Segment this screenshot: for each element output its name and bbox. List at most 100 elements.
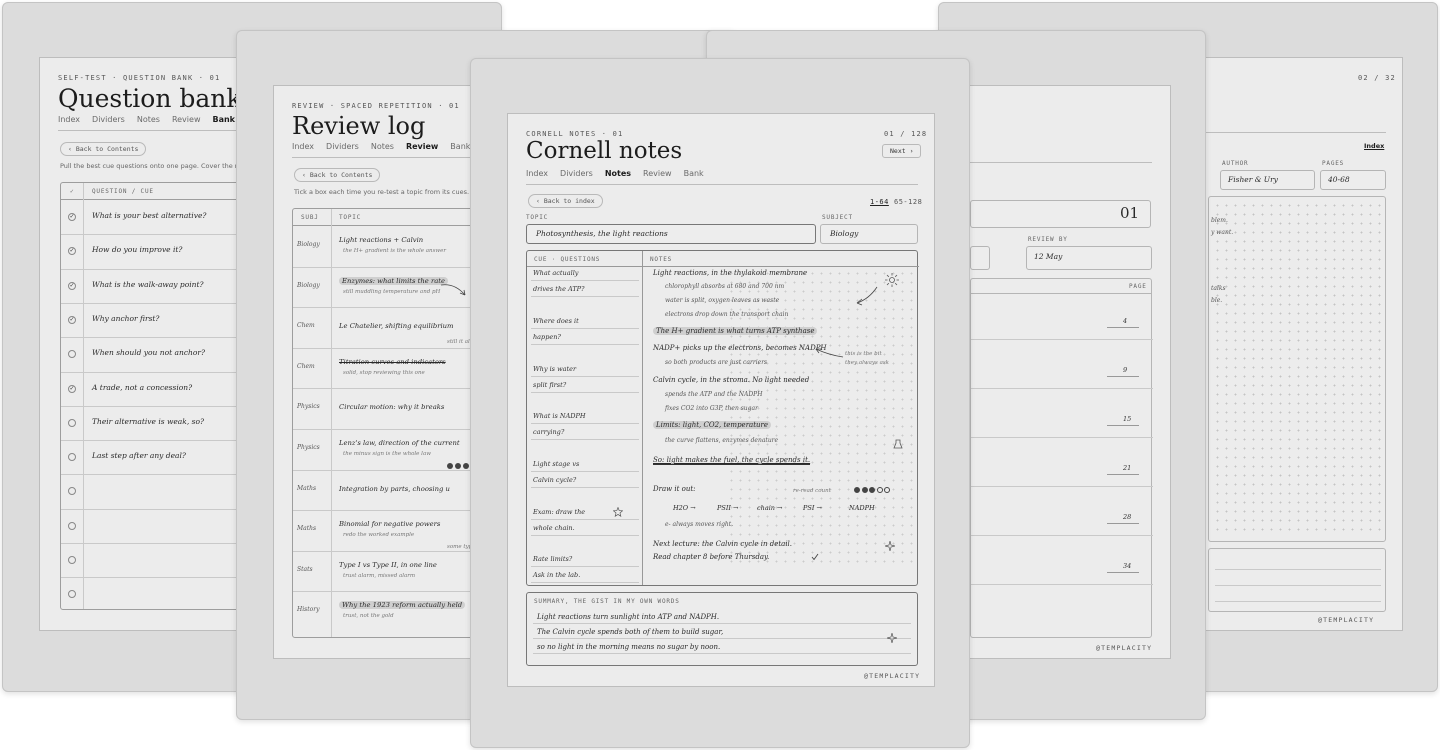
row-checkbox[interactable] bbox=[68, 487, 76, 496]
row-subject: Maths bbox=[297, 525, 317, 533]
page-col-header: PAGE bbox=[1129, 283, 1147, 290]
next-page-button[interactable]: Next › bbox=[882, 144, 922, 158]
reread-dots bbox=[854, 487, 890, 493]
note-line: So: light makes the fuel, the cycle spen… bbox=[653, 456, 811, 465]
row-subject: Biology bbox=[297, 241, 320, 248]
col-topic-header: TOPIC bbox=[339, 214, 362, 221]
question-text: Why anchor first? bbox=[92, 313, 160, 323]
row-checkbox[interactable] bbox=[68, 556, 76, 564]
tab-notes[interactable]: Notes bbox=[605, 169, 631, 178]
cue-question: Light stage vs bbox=[533, 460, 580, 468]
author-value: Fisher & Ury bbox=[1228, 175, 1278, 184]
pages-value: 40-68 bbox=[1328, 175, 1350, 184]
tab-notes[interactable]: Notes bbox=[137, 115, 160, 124]
subject-value: Biology bbox=[830, 229, 859, 238]
row-checkbox[interactable] bbox=[68, 590, 76, 599]
range-other-tab[interactable]: 65-128 bbox=[894, 198, 922, 206]
tab-index[interactable]: Index bbox=[526, 169, 548, 178]
nav-tabs: Index Dividers Notes Review Bank bbox=[526, 169, 704, 178]
cue-question: Exam: draw the bbox=[533, 508, 586, 516]
progress-dot[interactable] bbox=[861, 487, 868, 493]
cue-question: carrying? bbox=[533, 428, 565, 436]
tablet-cornell-notes: CORNELL NOTES · 01 01 / 128 Next › Corne… bbox=[470, 58, 970, 748]
notes-header: NOTES bbox=[650, 256, 673, 263]
progress-dot[interactable] bbox=[876, 487, 883, 493]
row-topic: Enzymes: what limits the rate bbox=[339, 276, 448, 285]
row-checkbox[interactable]: ✓ bbox=[68, 384, 76, 393]
tab-bank[interactable]: Bank bbox=[684, 169, 704, 178]
row-checkbox[interactable]: ✓ bbox=[68, 281, 76, 290]
summary-line: The Calvin cycle spends both of them to … bbox=[537, 628, 724, 636]
back-to-contents-button[interactable]: ‹ Back to Contents bbox=[60, 142, 147, 156]
side-note: this is the bit bbox=[845, 351, 882, 357]
tab-review[interactable]: Review bbox=[643, 169, 672, 178]
row-checkbox[interactable] bbox=[68, 521, 76, 530]
tab-dividers[interactable]: Dividers bbox=[326, 142, 359, 151]
cue-question: happen? bbox=[533, 333, 561, 341]
note-line: chain → bbox=[757, 504, 783, 512]
col-question-header: QUESTION / CUE bbox=[92, 188, 154, 195]
row-note: trust alarm, missed alarm bbox=[343, 572, 416, 579]
tab-review[interactable]: Review bbox=[406, 142, 438, 151]
reread-label: re-read count bbox=[793, 488, 831, 494]
note-line: Next lecture: the Calvin cycle in detail… bbox=[653, 540, 793, 548]
page-title: Cornell notes bbox=[526, 138, 683, 164]
summary-header: SUMMARY, THE GIST IN MY OWN WORDS bbox=[534, 598, 680, 605]
arrow-icon bbox=[815, 348, 844, 358]
row-checkbox[interactable] bbox=[68, 418, 76, 427]
col-check-header: ✓ bbox=[70, 188, 75, 195]
progress-dot[interactable] bbox=[869, 487, 875, 493]
fragment: talks bbox=[1211, 285, 1226, 292]
page-counter: 02 / 32 bbox=[1358, 74, 1396, 82]
row-checkbox[interactable]: ✓ bbox=[68, 315, 76, 324]
range-active-tab[interactable]: 1-64 bbox=[870, 198, 889, 206]
page-number: 21 bbox=[1123, 464, 1132, 472]
row-topic: Binomial for negative powers bbox=[339, 520, 441, 529]
page-kicker: SELF-TEST · QUESTION BANK · 01 bbox=[58, 74, 221, 82]
col-subject-header: SUBJ bbox=[301, 214, 319, 221]
tab-bank[interactable]: Bank bbox=[212, 115, 235, 124]
row-checkbox[interactable] bbox=[68, 453, 76, 462]
flask-icon bbox=[893, 439, 903, 449]
margin-note: still it all bbox=[447, 339, 472, 345]
progress-dot[interactable] bbox=[854, 487, 860, 493]
question-text: Last step after any deal? bbox=[92, 451, 186, 461]
page-number: 15 bbox=[1123, 415, 1132, 423]
page-number: 28 bbox=[1123, 513, 1132, 521]
cue-question: split first? bbox=[533, 381, 567, 389]
note-line: PSI → bbox=[803, 504, 822, 512]
tab-index[interactable]: Index bbox=[58, 115, 80, 124]
page-kicker: REVIEW · SPACED REPETITION · 01 bbox=[292, 102, 460, 110]
row-checkbox[interactable]: ✓ bbox=[68, 247, 76, 256]
note-line: PSII → bbox=[717, 504, 739, 512]
note-line: The H+ gradient is what turns ATP syntha… bbox=[653, 327, 818, 335]
back-to-index-button[interactable]: ‹ Back to index bbox=[528, 194, 603, 208]
fragment: blem. bbox=[1211, 217, 1228, 224]
row-checkbox[interactable] bbox=[68, 350, 76, 359]
tab-review[interactable]: Review bbox=[172, 115, 201, 124]
summary-box: SUMMARY, THE GIST IN MY OWN WORDS Light … bbox=[526, 592, 918, 666]
tab-index[interactable]: Index bbox=[292, 142, 314, 151]
note-line: fixes CO2 into G3P, then sugar bbox=[665, 405, 758, 412]
cue-question: drives the ATP? bbox=[533, 285, 585, 293]
cornell-notes-box: CUE · QUESTIONS NOTES What actually drive… bbox=[526, 250, 919, 586]
page-number: 4 bbox=[1123, 317, 1128, 325]
tab-notes[interactable]: Notes bbox=[371, 142, 394, 151]
tab-dividers[interactable]: Dividers bbox=[92, 115, 125, 124]
back-to-contents-button[interactable]: ‹ Back to Contents bbox=[294, 168, 381, 182]
note-line: e- always moves right. bbox=[665, 521, 734, 528]
tab-bank[interactable]: Bank bbox=[450, 142, 470, 151]
progress-dot[interactable] bbox=[884, 487, 890, 493]
row-checkbox[interactable]: ✓ bbox=[68, 213, 76, 221]
note-line: spends the ATP and the NADPH bbox=[665, 391, 763, 398]
page-list: PAGE 4 9 15 21 28 34 bbox=[970, 278, 1153, 638]
row-note: the minus sign is the whole law bbox=[343, 451, 431, 457]
tab-dividers[interactable]: Dividers bbox=[560, 169, 593, 178]
summary-line: so no light in the morning means no suga… bbox=[537, 643, 721, 651]
tabs-divider bbox=[526, 184, 918, 185]
templacity-logo: @TEMPLACITY bbox=[1318, 616, 1375, 624]
nav-tabs: Index Dividers Notes Review Bank bbox=[58, 115, 235, 124]
page-title: Question bank bbox=[58, 84, 242, 113]
summary-panel bbox=[1208, 548, 1386, 612]
tab-index[interactable]: Index bbox=[1364, 142, 1384, 150]
